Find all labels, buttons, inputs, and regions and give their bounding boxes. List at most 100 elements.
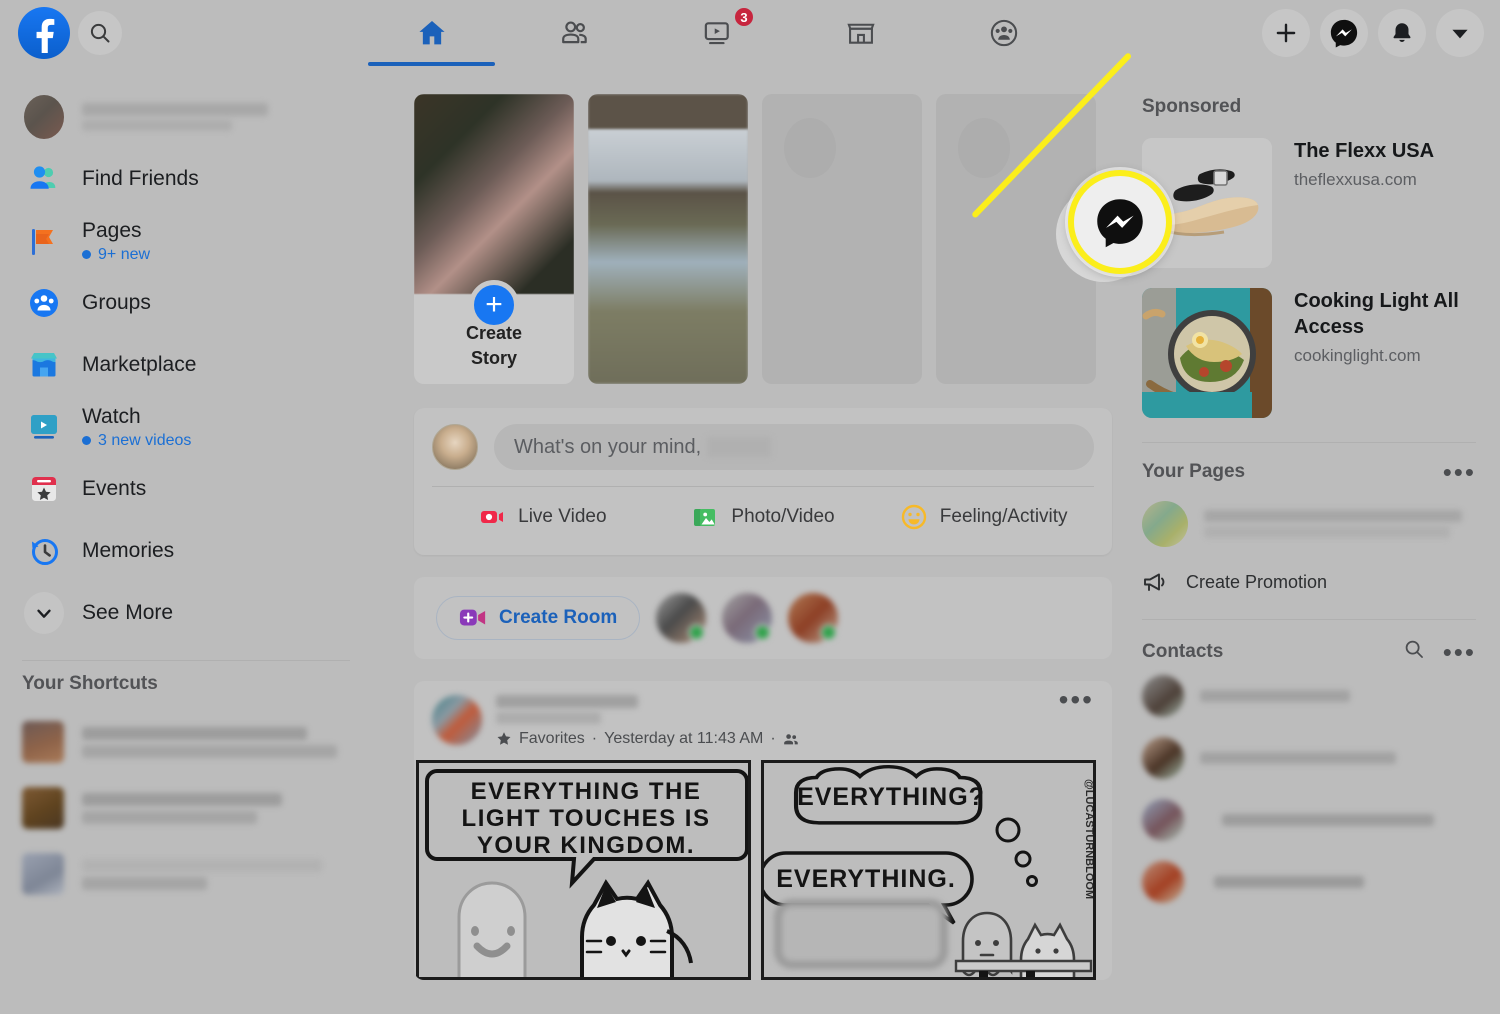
post-menu-button[interactable]: ••• (1059, 686, 1094, 714)
sponsored-text: Cooking Light All Access cookinglight.co… (1294, 288, 1476, 366)
sidebar-label: Memories (82, 539, 175, 562)
contact-item[interactable] (1142, 665, 1476, 727)
rooms-card: Create Room (414, 577, 1112, 659)
shortcut-item[interactable] (16, 775, 356, 841)
watch-badge: 3 (733, 6, 755, 28)
sponsored-title: The Flexx USA (1294, 140, 1435, 162)
contact-item[interactable] (1142, 851, 1476, 913)
shortcut-label-redacted (82, 726, 337, 758)
tab-marketplace[interactable] (789, 0, 932, 66)
search-icon (1405, 640, 1423, 658)
contact-name-redacted (1222, 814, 1434, 826)
sidebar-item-memories[interactable]: Memories (16, 520, 356, 582)
sidebar-item-watch[interactable]: Watch 3 new videos (16, 396, 356, 458)
sponsored-heading: Sponsored (1142, 96, 1242, 117)
pages-flag-icon (24, 221, 64, 261)
active-friend-avatar[interactable] (656, 593, 707, 643)
tab-home[interactable] (360, 0, 503, 66)
sponsored-ad[interactable]: The Flexx USA theflexxusa.com (1142, 138, 1476, 268)
photo-video-label: Photo/Video (731, 506, 835, 527)
friends-icon (561, 21, 587, 44)
sidebar-item-marketplace[interactable]: Marketplace (16, 334, 356, 396)
photo-video-button[interactable]: Photo/Video (653, 495, 874, 539)
sidebar-sublabel-watch: 3 new videos (82, 432, 191, 450)
sponsored-url: theflexxusa.com (1294, 170, 1417, 189)
shortcut-label-redacted (82, 858, 322, 890)
tab-groups[interactable] (932, 0, 1075, 66)
contact-name-redacted (1200, 752, 1396, 764)
contact-name-redacted (1214, 876, 1364, 888)
your-pages-menu-button[interactable]: ••• (1443, 459, 1476, 485)
shortcut-label-redacted (82, 792, 282, 824)
sidebar-item-find-friends[interactable]: Find Friends (16, 148, 356, 210)
stories-tray: + Create Story (414, 94, 1112, 384)
sidebar-item-events[interactable]: Events (16, 458, 356, 520)
sidebar-label: Pages (82, 218, 142, 242)
story-card-placeholder[interactable] (762, 94, 922, 384)
meta-dot: · (591, 730, 598, 747)
feeling-activity-button[interactable]: Feeling/Activity (873, 495, 1094, 539)
story-card[interactable] (588, 94, 748, 384)
sidebar-item-profile[interactable] (16, 86, 356, 148)
contact-avatar (1142, 861, 1184, 903)
right-sidebar: Sponsored The Flexx USA theflexxusa.com (1112, 66, 1500, 1014)
post-author-info: Favorites · Yesterday at 11:43 AM · (496, 695, 799, 748)
watch-icon (704, 22, 729, 45)
create-story-card[interactable]: + Create Story (414, 94, 574, 384)
photo-video-icon (694, 509, 716, 526)
notifications-button[interactable] (1378, 9, 1426, 57)
your-pages-heading: Your Pages (1142, 461, 1246, 482)
story-card-placeholder[interactable] (936, 94, 1096, 384)
search-icon (90, 23, 110, 43)
composer-divider (432, 486, 1094, 487)
contacts-heading: Contacts (1142, 640, 1224, 662)
post-timestamp: Yesterday at 11:43 AM (604, 730, 764, 747)
sidebar-item-pages[interactable]: Pages 9+ new (16, 210, 356, 272)
sidebar-item-see-more[interactable]: See More (16, 582, 356, 644)
see-more-chevron-circle (24, 592, 64, 634)
nav-left-group (0, 7, 122, 59)
post-author-avatar[interactable] (432, 695, 482, 745)
news-feed: + Create Story What's on your mind, Live… (372, 66, 1112, 1014)
sidebar-item-groups[interactable]: Groups (16, 272, 356, 334)
nav-actions (1262, 0, 1484, 66)
right-divider (1142, 442, 1476, 443)
facebook-logo[interactable] (18, 7, 70, 59)
shortcut-item[interactable] (16, 709, 356, 775)
messenger-button[interactable] (1320, 9, 1368, 57)
your-page-item[interactable] (1142, 501, 1476, 547)
comic-credit: @LUCASTURNBLOOM (1083, 779, 1095, 899)
sidebar-label: Find Friends (82, 167, 199, 190)
active-friend-avatar[interactable] (722, 593, 773, 643)
sidebar-divider (22, 660, 350, 661)
plus-icon (1276, 23, 1296, 43)
post-input[interactable]: What's on your mind, (494, 424, 1094, 470)
bell-icon (1393, 23, 1411, 42)
active-friend-avatar[interactable] (788, 593, 839, 643)
tab-watch[interactable]: 3 (646, 0, 789, 66)
live-video-button[interactable]: Live Video (432, 495, 653, 539)
sponsored-ad[interactable]: Cooking Light All Access cookinglight.co… (1142, 288, 1476, 418)
nav-tabs: 3 (360, 0, 1075, 66)
shortcut-item[interactable] (16, 841, 356, 907)
contacts-search-button[interactable] (1403, 638, 1425, 665)
sponsored-title: Cooking Light All Access (1294, 290, 1459, 338)
comic-panel-2: EVERYTHING? EVERYTHING. @LUCASTURNBLOOM (761, 760, 1096, 980)
comic-panel-1: EVERYTHING THE LIGHT TOUCHES IS YOUR KIN… (416, 760, 751, 980)
post-image-comic[interactable]: EVERYTHING THE LIGHT TOUCHES IS YOUR KIN… (414, 760, 1112, 980)
create-promotion-button[interactable]: Create Promotion (1142, 569, 1476, 595)
sponsored-image (1142, 288, 1272, 418)
shortcuts-heading: Your Shortcuts (22, 673, 158, 694)
create-button[interactable] (1262, 9, 1310, 57)
contact-item[interactable] (1142, 727, 1476, 789)
search-button[interactable] (78, 11, 122, 55)
contacts-menu-button[interactable]: ••• (1443, 639, 1476, 665)
tab-friends[interactable] (503, 0, 646, 66)
contact-item[interactable] (1142, 789, 1476, 851)
composer-name-redacted (707, 437, 772, 457)
comic-speech-text: EVERYTHING. (776, 865, 956, 893)
account-menu-button[interactable] (1436, 9, 1484, 57)
watch-new-count: 3 new videos (98, 431, 192, 449)
contacts-header: Contacts ••• (1142, 638, 1476, 665)
create-room-button[interactable]: Create Room (436, 596, 641, 640)
